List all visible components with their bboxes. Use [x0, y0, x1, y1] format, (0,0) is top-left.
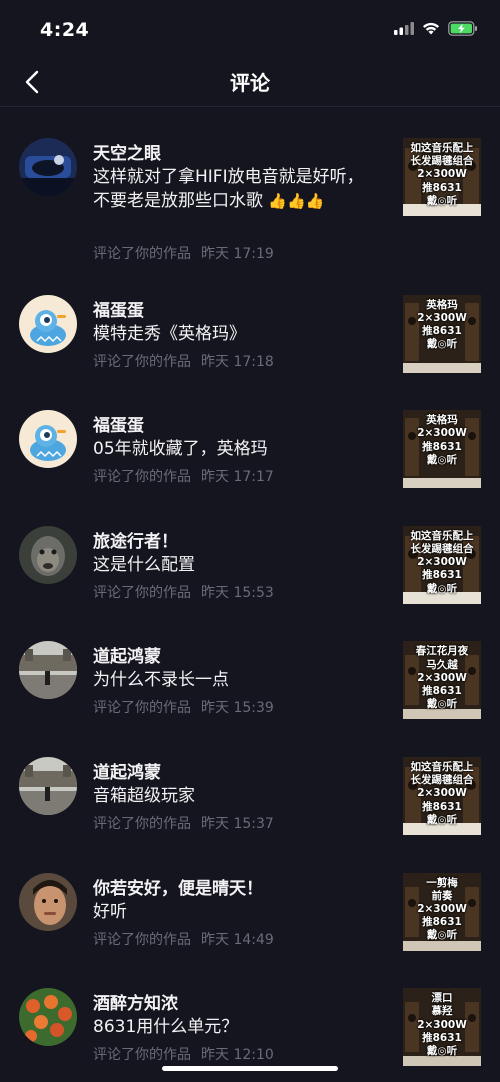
- comment-text: 为什么不录长一点: [93, 670, 229, 691]
- comment-text: 模特走秀《英格玛》: [93, 323, 246, 344]
- comment-row[interactable]: 酒醉方知浓 8631用什么单元？ 评论了你的作品 昨天 12:10 漂口 慕羟 2…: [0, 957, 500, 1073]
- username[interactable]: 酒醉方知浓: [93, 989, 178, 1014]
- comment-row[interactable]: 道起鸿蒙 音箱超级玩家 评论了你的作品 昨天 15:37 如这音乐配上 长发踢毽组…: [0, 726, 500, 842]
- action-text: 评论了你的作品: [93, 584, 191, 601]
- avatar[interactable]: [19, 138, 77, 196]
- comment-meta: 评论了你的作品 昨天 15:53: [93, 582, 284, 602]
- battery-charging-icon: [448, 21, 477, 36]
- comment-meta: 评论了你的作品 昨天 12:10: [93, 1044, 284, 1064]
- avatar[interactable]: [19, 294, 77, 353]
- thumbnail-caption: 如这音乐配上 长发踢毽组合 2×300W 推8631 戴◎听: [410, 760, 474, 826]
- comment-row[interactable]: 旅途行者！ 这是什么配置 评论了你的作品 昨天 15:53 如这音乐配上 长发踢毽…: [0, 495, 500, 611]
- timestamp: 昨天 17:19: [201, 246, 274, 262]
- timestamp: 昨天 12:10: [201, 1047, 274, 1064]
- nav-bar: 评论: [0, 58, 500, 107]
- username[interactable]: 福蛋蛋: [93, 411, 144, 436]
- video-thumbnail[interactable]: 春江花月夜 马久越 2×300W 推8631 戴◎听: [403, 641, 481, 720]
- comment-list: 天空之眼 这样就对了拿HIFI放电音就是好听，不要老是放那些口水歌 👍👍👍 评论…: [0, 107, 500, 1073]
- cellular-signal-icon: [394, 22, 414, 35]
- video-thumbnail[interactable]: 如这音乐配上 长发踢毽组合 2×300W 推8631 戴◎听: [403, 756, 481, 835]
- comment-text: 8631用什么单元？: [93, 1017, 239, 1038]
- thumbnail-caption: 一剪梅 前奏 2×300W 推8631 戴◎听: [417, 876, 467, 942]
- action-text: 评论了你的作品: [93, 931, 191, 948]
- timestamp: 昨天 15:53: [201, 584, 274, 601]
- comment-row[interactable]: 你若安好，便是晴天！ 好听 评论了你的作品 昨天 14:49 一剪梅 前奏 2×3…: [0, 842, 500, 958]
- action-text: 评论了你的作品: [93, 1047, 191, 1064]
- avatar[interactable]: [19, 988, 77, 1047]
- comment-text: 05年就收藏了，英格玛: [93, 439, 268, 460]
- comment-meta: 评论了你的作品 昨天 17:17: [93, 466, 284, 486]
- action-text: 评论了你的作品: [93, 815, 191, 832]
- timestamp: 昨天 14:49: [201, 931, 274, 948]
- comment-text: 好听: [93, 901, 127, 922]
- comment-row[interactable]: 天空之眼 这样就对了拿HIFI放电音就是好听，不要老是放那些口水歌 👍👍👍 评论…: [0, 107, 500, 262]
- action-text: 评论了你的作品: [93, 469, 191, 486]
- username[interactable]: 你若安好，便是晴天！: [93, 874, 263, 899]
- video-thumbnail[interactable]: 如这音乐配上 长发踢毽组合 2×300W 推8631 戴◎听: [403, 525, 481, 604]
- thumbnail-caption: 英格玛 2×300W 推8631 戴◎听: [417, 298, 467, 351]
- status-time: 4:24: [40, 19, 90, 41]
- thumbnail-caption: 英格玛 2×300W 推8631 戴◎听: [417, 414, 467, 466]
- timestamp: 昨天 15:39: [201, 700, 274, 717]
- video-thumbnail[interactable]: 英格玛 2×300W 推8631 戴◎听: [403, 410, 481, 489]
- timestamp: 昨天 17:18: [201, 353, 274, 370]
- comment-row[interactable]: 福蛋蛋 模特走秀《英格玛》 评论了你的作品 昨天 17:18 英格玛 2×300W…: [0, 264, 500, 380]
- username[interactable]: 道起鸿蒙: [93, 642, 161, 667]
- avatar[interactable]: [19, 525, 77, 584]
- timestamp: 昨天 15:37: [201, 815, 274, 832]
- action-text: 评论了你的作品: [93, 246, 191, 262]
- avatar[interactable]: [19, 872, 77, 931]
- comment-meta: 评论了你的作品 昨天 14:49: [93, 929, 284, 949]
- comment-text: 音箱超级玩家: [93, 785, 195, 806]
- username[interactable]: 福蛋蛋: [93, 296, 144, 321]
- page-title: 评论: [230, 71, 270, 95]
- action-text: 评论了你的作品: [93, 700, 191, 717]
- thumbnail-caption: 如这音乐配上 长发踢毽组合 2×300W 推8631 戴◎听: [410, 142, 474, 207]
- avatar[interactable]: [19, 410, 77, 469]
- username[interactable]: 天空之眼: [93, 139, 161, 164]
- comment-text: 这样就对了拿HIFI放电音就是好听，不要老是放那些口水歌 👍👍👍: [93, 165, 368, 213]
- comment-meta: 评论了你的作品 昨天 15:37: [93, 813, 284, 833]
- username[interactable]: 旅途行者！: [93, 527, 178, 552]
- thumbnail-caption: 如这音乐配上 长发踢毽组合 2×300W 推8631 戴◎听: [410, 529, 474, 595]
- comment-row[interactable]: 福蛋蛋 05年就收藏了，英格玛 评论了你的作品 昨天 17:17 英格玛 2×30…: [0, 379, 500, 495]
- comment-text: 这是什么配置: [93, 554, 195, 575]
- comment-row[interactable]: 道起鸿蒙 为什么不录长一点 评论了你的作品 昨天 15:39 春江花月夜 马久越 …: [0, 610, 500, 726]
- video-thumbnail[interactable]: 一剪梅 前奏 2×300W 推8631 戴◎听: [403, 872, 481, 951]
- home-indicator[interactable]: [162, 1066, 338, 1071]
- avatar[interactable]: [19, 756, 77, 815]
- video-thumbnail[interactable]: 漂口 慕羟 2×300W 推8631 戴◎听: [403, 988, 481, 1067]
- thumbnail-caption: 春江花月夜 马久越 2×300W 推8631 戴◎听: [415, 645, 469, 711]
- status-bar: 4:24: [0, 0, 500, 58]
- avatar[interactable]: [19, 641, 77, 700]
- wifi-icon: [423, 22, 439, 35]
- thumbnail-caption: 漂口 慕羟 2×300W 推8631 戴◎听: [417, 992, 467, 1057]
- comment-meta: 评论了你的作品 昨天 17:19: [93, 243, 284, 263]
- status-icons: [394, 21, 478, 36]
- thumbs-up-emoji: 👍👍👍: [268, 192, 325, 210]
- username[interactable]: 道起鸿蒙: [93, 758, 161, 783]
- comment-meta: 评论了你的作品 昨天 15:39: [93, 697, 284, 717]
- video-thumbnail[interactable]: 英格玛 2×300W 推8631 戴◎听: [403, 294, 481, 373]
- action-text: 评论了你的作品: [93, 353, 191, 370]
- timestamp: 昨天 17:17: [201, 469, 274, 486]
- comment-meta: 评论了你的作品 昨天 17:18: [93, 351, 284, 371]
- video-thumbnail[interactable]: 如这音乐配上 长发踢毽组合 2×300W 推8631 戴◎听: [403, 138, 481, 216]
